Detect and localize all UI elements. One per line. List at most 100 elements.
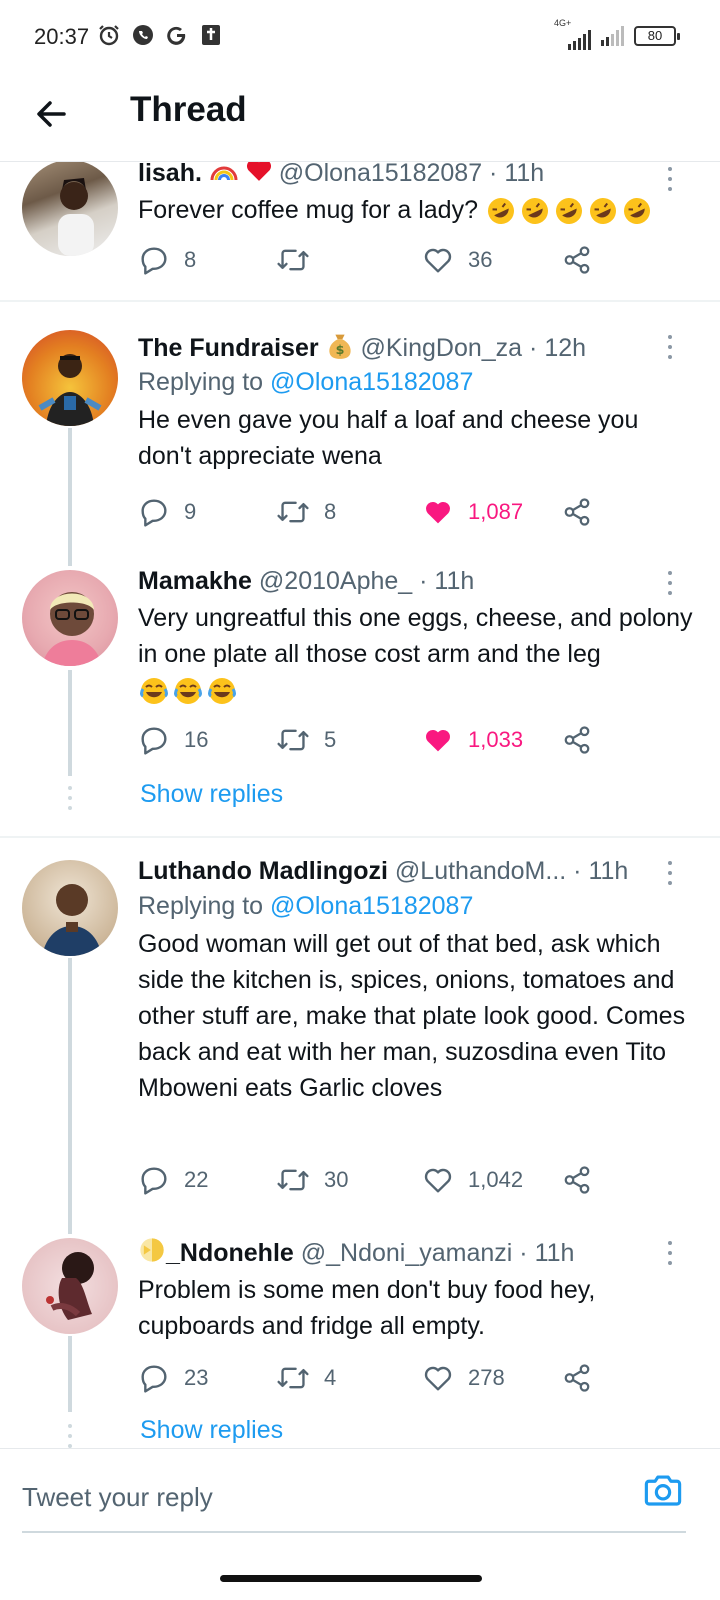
user-handle[interactable]: @LuthandoM... <box>395 857 566 885</box>
replying-to: Replying to @Olona15182087 <box>138 368 474 396</box>
replying-to: Replying to @Olona15182087 <box>138 892 474 920</box>
heart-filled-icon <box>426 501 450 524</box>
back-arrow-icon[interactable] <box>30 92 74 136</box>
more-options-icon[interactable] <box>660 568 680 598</box>
more-options-icon[interactable] <box>660 858 680 888</box>
avatar[interactable] <box>22 162 118 256</box>
camera-icon[interactable] <box>642 1469 684 1511</box>
show-replies-link[interactable]: Show replies <box>140 1416 283 1445</box>
bible-app-icon <box>198 22 224 48</box>
red-heart-icon <box>246 162 272 190</box>
share-icon <box>564 1166 590 1194</box>
retweet-icon <box>277 249 309 271</box>
retweet-button[interactable] <box>276 240 324 280</box>
user-handle[interactable]: @2010Aphe_ <box>259 567 412 595</box>
display-name[interactable]: _Ndonehle <box>166 1239 294 1267</box>
replying-to-link[interactable]: @Olona15182087 <box>270 892 473 920</box>
avatar[interactable] <box>22 860 118 956</box>
avatar[interactable] <box>22 570 118 666</box>
coin-emoji-icon <box>138 1236 166 1270</box>
like-count: 1,033 <box>468 727 524 752</box>
divider <box>0 300 720 302</box>
reply-button[interactable]: 22 <box>138 1160 208 1200</box>
alarm-icon <box>96 22 122 48</box>
like-count: 36 <box>468 247 493 272</box>
user-handle[interactable]: @_Ndoni_yamanzi <box>301 1239 513 1267</box>
google-icon <box>164 22 190 48</box>
avatar[interactable] <box>22 1238 118 1334</box>
reply-button[interactable]: 16 <box>138 720 208 760</box>
tweet-item[interactable]: The Fundraiser $ @KingDon_za · 12h Reply… <box>0 330 720 540</box>
retweet-icon <box>277 729 309 751</box>
like-button[interactable]: 1,042 <box>422 1160 523 1200</box>
status-time: 20:37 <box>34 24 90 49</box>
retweet-button[interactable]: 5 <box>276 720 336 760</box>
tweet-item[interactable]: Mamakhe @2010Aphe_ · 11h Very ungreatful… <box>0 564 720 824</box>
avatar[interactable] <box>22 330 118 426</box>
retweet-button[interactable]: 4 <box>276 1358 336 1398</box>
tweet-text: He even gave you half a loaf and cheese … <box>138 406 639 470</box>
share-icon <box>564 246 590 274</box>
more-options-icon[interactable] <box>660 164 680 194</box>
display-name[interactable]: The Fundraiser <box>138 334 319 362</box>
tweet-text: Forever coffee mug for a lady? <box>138 196 478 224</box>
share-button[interactable] <box>562 720 592 760</box>
tweet-age: 11h <box>588 857 629 885</box>
heart-outline-icon <box>424 248 452 273</box>
retweet-button[interactable]: 30 <box>276 1160 348 1200</box>
svg-text:$: $ <box>335 342 344 357</box>
reply-composer <box>0 1448 720 1558</box>
like-count: 1,087 <box>468 499 524 524</box>
reply-input[interactable] <box>22 1477 622 1517</box>
retweet-count: 5 <box>324 727 337 752</box>
rofl-emoji-icon <box>485 196 653 226</box>
tweet-item[interactable]: _Ndonehle @_Ndoni_yamanzi · 11h Problem … <box>0 1236 720 1446</box>
retweet-icon <box>277 1169 309 1191</box>
tweet-age: 11h <box>434 567 475 595</box>
reply-button[interactable]: 8 <box>138 240 196 280</box>
like-button[interactable]: 36 <box>422 240 492 280</box>
display-name[interactable]: lisah. <box>138 162 202 187</box>
tweet-item[interactable]: Luthando Madlingozi @LuthandoM... · 11h … <box>0 854 720 1214</box>
more-options-icon[interactable] <box>660 332 680 362</box>
home-indicator[interactable] <box>220 1575 482 1582</box>
share-button[interactable] <box>562 1358 592 1398</box>
like-button[interactable]: 1,087 <box>422 492 523 532</box>
heart-outline-icon <box>424 1168 452 1193</box>
user-handle[interactable]: @KingDon_za <box>361 334 523 362</box>
money-bag-icon: $ <box>326 330 354 364</box>
replying-to-link[interactable]: @Olona15182087 <box>270 368 473 396</box>
retweet-button[interactable]: 8 <box>276 492 336 532</box>
show-replies-link[interactable]: Show replies <box>140 780 283 809</box>
rainbow-icon <box>209 162 239 190</box>
reply-button[interactable]: 9 <box>138 492 196 532</box>
tweet-item[interactable]: lisah. @Olona15182087 · 11h Forever coff… <box>0 162 720 302</box>
share-icon <box>564 498 590 526</box>
user-handle[interactable]: @Olona15182087 <box>279 162 482 187</box>
display-name[interactable]: Luthando Madlingozi <box>138 857 388 885</box>
page-title: Thread <box>130 90 247 129</box>
reply-button[interactable]: 23 <box>138 1358 208 1398</box>
display-name[interactable]: Mamakhe <box>138 567 252 595</box>
heart-filled-icon <box>426 729 450 752</box>
tweet-age: 11h <box>534 1239 575 1268</box>
share-button[interactable] <box>562 240 592 280</box>
more-options-icon[interactable] <box>660 1238 680 1268</box>
divider <box>0 836 720 838</box>
retweet-count: 4 <box>324 1365 337 1390</box>
like-button[interactable]: 1,033 <box>422 720 523 760</box>
retweet-count: 30 <box>324 1167 349 1192</box>
share-button[interactable] <box>562 1160 592 1200</box>
whatsapp-icon <box>130 22 156 48</box>
like-button[interactable]: 278 <box>422 1358 505 1398</box>
reply-icon <box>141 1365 167 1393</box>
reply-icon <box>141 727 167 755</box>
mobile-signal-icon: 4G+ <box>554 18 591 50</box>
share-icon <box>564 1364 590 1392</box>
reply-count: 9 <box>184 499 197 524</box>
reply-icon <box>141 499 167 527</box>
reply-icon <box>141 247 167 275</box>
reply-count: 23 <box>184 1365 209 1390</box>
top-app-bar: Thread <box>0 70 720 162</box>
share-button[interactable] <box>562 492 592 532</box>
